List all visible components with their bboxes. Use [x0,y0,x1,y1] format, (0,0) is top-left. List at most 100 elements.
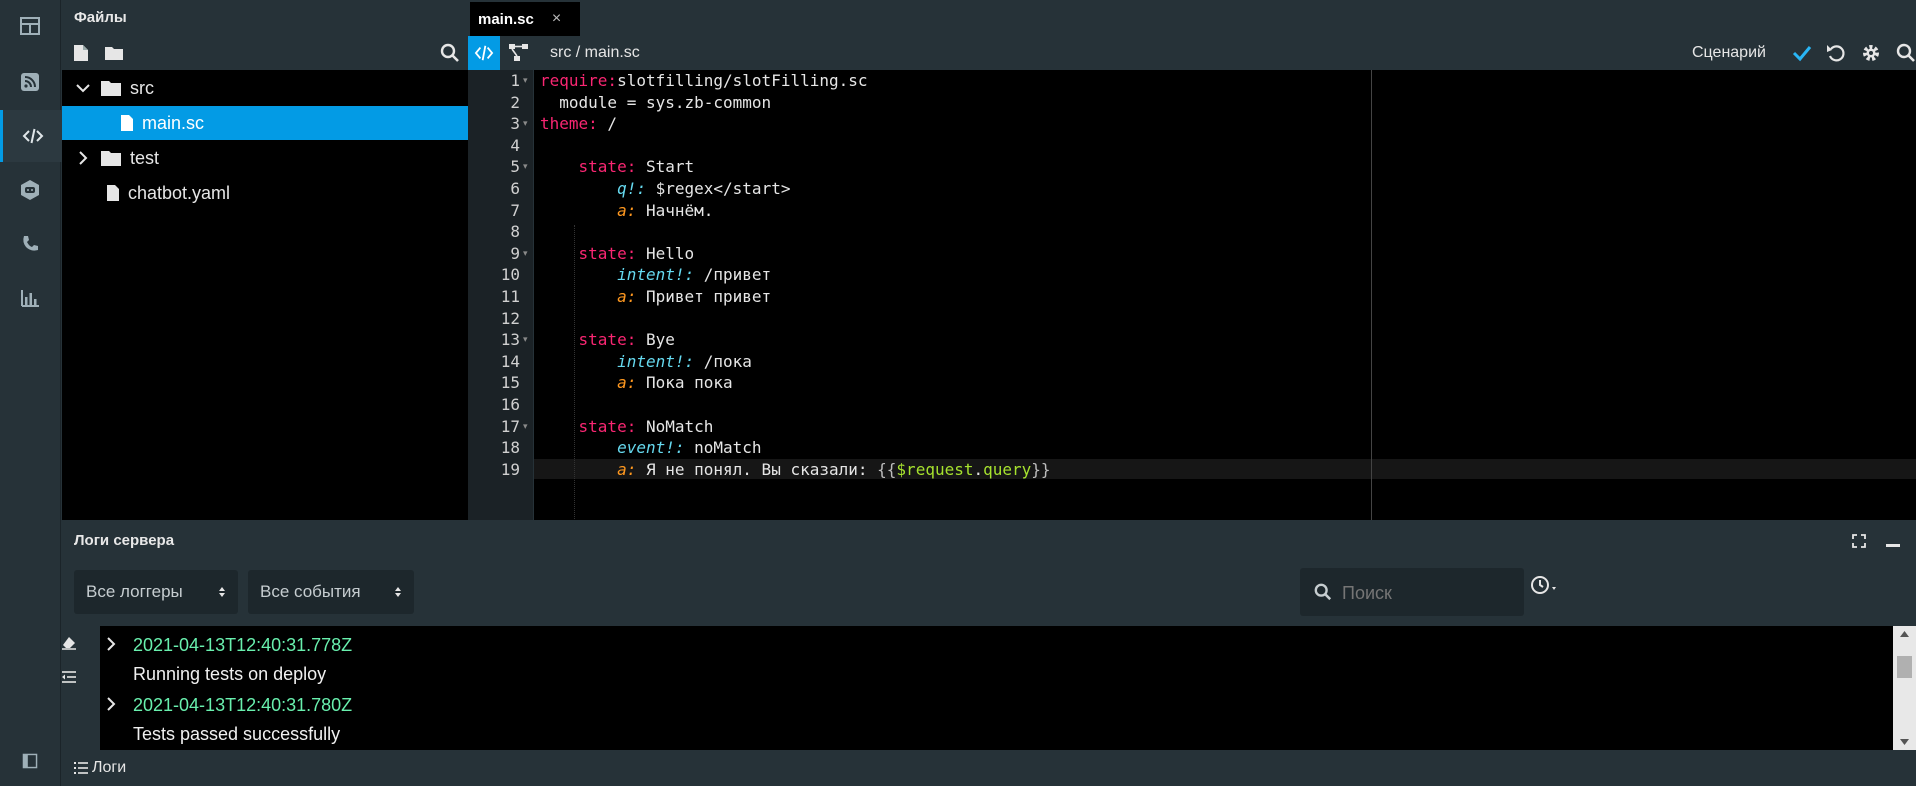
print-margin [1371,70,1372,520]
code-line[interactable]: state: Bye [540,329,675,351]
code-line[interactable]: a: Пока пока [540,372,733,394]
code-token: module = sys.zb-common [540,92,772,112]
panel-toggle-icon[interactable] [0,736,60,786]
code-token: event!: [617,438,685,458]
chevron-right-icon[interactable] [106,697,116,711]
rss-icon[interactable] [0,56,60,108]
chevron-down-icon[interactable] [76,81,90,95]
code-line[interactable]: theme: / [540,113,617,135]
line-number: 2 [510,92,520,112]
code-token: Bye [636,330,675,350]
code-token: NoMatch [636,416,714,436]
code-line[interactable]: intent!: /привет [540,264,771,286]
files-title: Файлы [74,9,127,26]
tree-item-main-sc[interactable]: main.sc [62,106,468,140]
close-icon[interactable]: × [552,10,561,28]
log-entry[interactable]: 2021-04-13T12:40:31.780Z Tests passed su… [100,686,1893,746]
code-token: query [983,459,1032,479]
code-token: state: [578,416,637,436]
fold-toggle-icon[interactable]: ▾ [523,248,528,259]
graph-view-icon[interactable] [508,43,530,68]
code-editor[interactable]: require:slotfilling/slotFilling.sc modul… [534,70,1916,545]
scroll-up-icon[interactable] [1899,630,1910,638]
logger-select[interactable]: Все логгеры [74,570,238,614]
clock-icon[interactable] [1530,575,1560,602]
folder-icon [101,81,121,96]
collapse-all-icon[interactable] [62,670,76,688]
code-token: $request [896,459,974,479]
code-line[interactable]: a: Начнём. [540,200,713,222]
new-folder-icon[interactable] [104,45,124,66]
logs-scrollbar[interactable] [1893,626,1916,750]
fold-toggle-icon[interactable]: ▾ [523,334,528,345]
minimize-icon[interactable] [1886,544,1900,547]
code-token: state: [578,243,637,263]
search-icon[interactable] [440,43,460,68]
logs-panel-header: Логи сервера Все логгеры Все события [62,520,1916,626]
scroll-thumb[interactable] [1897,656,1912,678]
search-field[interactable] [1300,568,1524,616]
code-token: Я не понял. Вы сказали: [636,459,878,479]
code-icon[interactable] [0,110,63,162]
code-token: theme: [540,114,598,134]
code-line[interactable]: require:slotfilling/slotFilling.sc [540,70,868,92]
logs-toggle-button[interactable]: Логи [74,759,126,777]
log-message: Running tests on deploy [133,664,327,684]
fold-toggle-icon[interactable]: ▾ [523,75,528,86]
fold-toggle-icon[interactable]: ▾ [523,421,528,432]
bot-icon[interactable] [0,164,60,216]
dashboard-icon[interactable] [0,0,60,52]
fold-toggle-icon[interactable]: ▾ [523,118,528,129]
code-token: state: [578,330,637,350]
code-line[interactable]: event!: noMatch [540,437,762,459]
code-token: require: [540,71,618,90]
scroll-down-icon[interactable] [1899,738,1910,746]
code-line[interactable]: module = sys.zb-common [540,92,771,114]
search-input[interactable] [1340,578,1514,608]
code-token: a: [617,287,637,306]
code-line[interactable]: intent!: /пока [540,351,752,373]
analytics-icon[interactable] [0,272,60,324]
code-token: state: [578,157,637,177]
code-token: {{ [877,459,897,479]
eraser-icon[interactable] [62,636,76,655]
phone-icon[interactable] [0,218,60,270]
line-number: 13 [500,330,520,350]
sort-icon [395,587,401,597]
tree-item-label: src [130,77,154,98]
check-icon[interactable] [1792,44,1812,67]
line-number: 12 [500,308,520,328]
file-icon [121,115,133,131]
new-file-icon[interactable] [73,44,89,67]
editor-toolbar: src / main.sc Сценарий [468,36,1916,70]
log-timestamp: 2021-04-13T12:40:31.778Z [133,635,353,655]
expand-icon[interactable] [1852,534,1866,553]
code-line[interactable]: state: Start [540,156,695,178]
tab-main-sc[interactable]: main.sc × [470,2,580,36]
log-entry[interactable]: 2021-04-13T12:40:31.778Z Running tests o… [100,626,1893,686]
code-line[interactable]: a: Привет привет [540,286,771,308]
tree-item-test[interactable]: test [62,141,468,175]
tree-item-chatbot-yaml[interactable]: chatbot.yaml [62,176,468,210]
chevron-right-icon[interactable] [106,637,116,651]
code-line[interactable]: a: Я не понял. Вы сказали: {{$request.qu… [540,459,1051,481]
tree-item-label: chatbot.yaml [128,182,231,203]
code-token: noMatch [684,438,762,458]
event-select[interactable]: Все события [248,570,414,614]
chevron-right-icon[interactable] [76,151,90,165]
search-icon[interactable] [1896,43,1916,68]
gear-icon[interactable] [1861,43,1881,68]
code-line[interactable]: state: NoMatch [540,416,714,438]
code-line[interactable]: q!: $regex</start> [540,178,790,200]
undo-icon[interactable] [1826,43,1846,68]
fold-toggle-icon[interactable]: ▾ [523,161,528,172]
line-number: 1 [510,71,520,90]
code-token: intent!: [617,351,695,371]
tree-item-src[interactable]: src [62,71,468,105]
code-view-icon[interactable] [468,36,500,70]
code-line[interactable]: state: Hello [540,243,695,265]
